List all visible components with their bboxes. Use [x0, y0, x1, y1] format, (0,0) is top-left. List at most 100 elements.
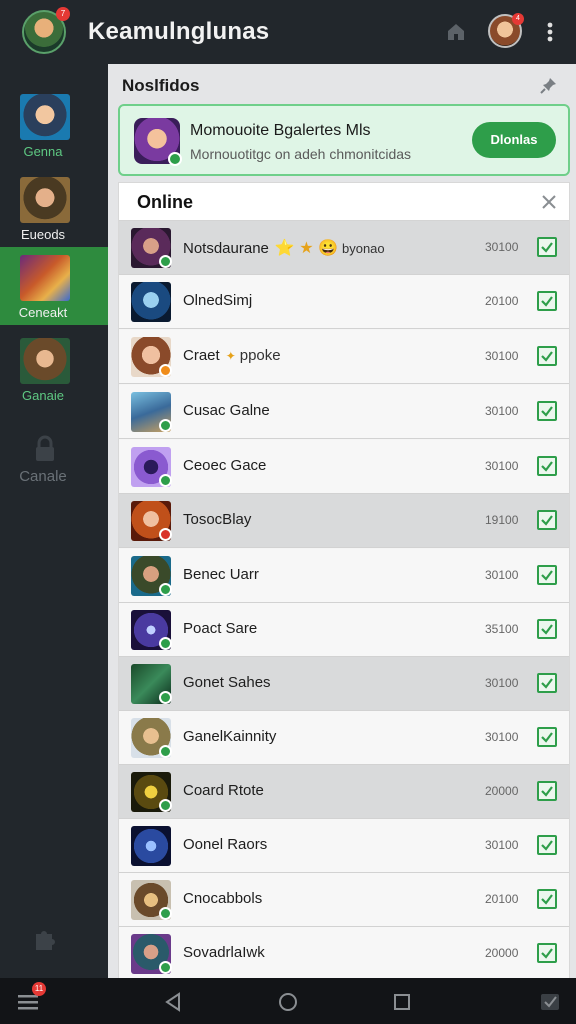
checkbox[interactable] — [537, 346, 557, 366]
list-item[interactable]: Benec Uarr 30100 — [119, 549, 569, 603]
player-score: 30100 — [485, 568, 519, 582]
list-item[interactable]: Coard Rtote 20000 — [119, 765, 569, 819]
checkbox[interactable] — [537, 943, 557, 963]
checkbox[interactable] — [537, 727, 557, 747]
checkbox[interactable] — [537, 889, 557, 909]
player-name: Craet ✦ ppoke — [183, 347, 281, 364]
online-status-icon — [159, 637, 172, 650]
online-status-icon — [159, 583, 172, 596]
emoji-icons: ⭐ ★ 😀 — [274, 240, 338, 257]
notification-subtext: Mornouotitgc on adeh chmonitcidas — [190, 146, 412, 162]
list-item[interactable]: Poact Sare 35100 — [119, 603, 569, 657]
player-name: Coard Rtote — [183, 782, 264, 799]
player-score: 30100 — [485, 676, 519, 690]
checkbox[interactable] — [537, 510, 557, 530]
player-name: Poact Sare — [183, 620, 258, 637]
game-thumb-archer-icon — [20, 338, 70, 384]
home-icon[interactable] — [444, 20, 468, 44]
player-score: 30100 — [485, 240, 519, 254]
player-name: OlnedSimj — [183, 292, 253, 309]
list-item[interactable]: OlnedSimj 20100 — [119, 275, 569, 329]
list-item[interactable]: Notsdaurane ⭐ ★ 😀 byonao 30100 — [119, 221, 569, 275]
sidebar-item-genna[interactable]: Genna — [0, 86, 108, 164]
sparkle-icon: ✦ — [225, 349, 236, 363]
player-name: Oonel Raors — [183, 836, 268, 853]
checkbox[interactable] — [537, 619, 557, 639]
tasks-icon[interactable] — [538, 990, 562, 1014]
player-score: 30100 — [485, 349, 519, 363]
app-title: Keamulnglunas — [88, 18, 270, 45]
recents-icon[interactable] — [390, 990, 414, 1014]
player-name: GanelKainnity — [183, 728, 277, 745]
player-score: 20100 — [485, 892, 519, 906]
list-item[interactable]: SovadrlaIwk 20000 — [119, 927, 569, 981]
notification-card[interactable]: Momouoite Bgalertes Mls Mornouotitgc on … — [118, 104, 570, 176]
sidebar-item-label: Ganaie — [22, 388, 64, 403]
list-item[interactable]: Oonel Raors 30100 — [119, 819, 569, 873]
player-score: 35100 — [485, 622, 519, 636]
online-panel: Online Notsdaurane ⭐ ★ 😀 byonao 30100 Olne… — [118, 182, 570, 981]
player-name: SovadrlaIwk — [183, 944, 265, 961]
checkbox[interactable] — [537, 673, 557, 693]
sidebar-item-ganaie[interactable]: Ganaie — [0, 330, 108, 408]
game-thumb-hero-icon — [20, 94, 70, 140]
checkbox[interactable] — [537, 401, 557, 421]
puzzle-icon[interactable] — [30, 924, 60, 954]
player-name: Benec Uarr — [183, 566, 259, 583]
main-panel: Noslfidos Momouoite Bgalertes Mls Mornou… — [108, 64, 576, 981]
list-item[interactable]: Cnocabbols 20100 — [119, 873, 569, 927]
list-item[interactable]: Gonet Sahes 30100 — [119, 657, 569, 711]
back-icon[interactable] — [162, 990, 186, 1014]
player-name: Cusac Galne — [183, 402, 270, 419]
checkbox[interactable] — [537, 781, 557, 801]
sidebar-item-label: Eueods — [20, 227, 66, 242]
player-name: Notsdaurane ⭐ ★ 😀 byonao — [183, 240, 385, 257]
checkbox[interactable] — [537, 456, 557, 476]
game-thumb-battle-icon — [20, 255, 70, 301]
pin-icon[interactable] — [540, 76, 558, 94]
online-status-icon — [159, 691, 172, 704]
online-status-icon — [159, 419, 172, 432]
checkbox[interactable] — [537, 565, 557, 585]
checkbox[interactable] — [537, 291, 557, 311]
sidebar-item-eueods[interactable]: Eueods — [0, 169, 108, 247]
checkbox[interactable] — [537, 835, 557, 855]
player-score: 20000 — [485, 946, 519, 960]
player-name: Cnocabbols — [183, 890, 263, 907]
game-avatar-icon — [131, 826, 171, 866]
away-status-icon — [159, 364, 172, 377]
notifications-title: Noslfidos — [122, 76, 200, 95]
player-score: 20000 — [485, 784, 519, 798]
checkbox[interactable] — [537, 237, 557, 257]
game-thumb-warrior-icon — [20, 177, 70, 223]
sidebar-item-label: Ceneakt — [18, 305, 68, 320]
player-name: TosocBlay — [183, 511, 252, 528]
home-circle-icon[interactable] — [276, 990, 300, 1014]
list-item[interactable]: Craet ✦ ppoke 30100 — [119, 330, 569, 384]
list-item[interactable]: Ceoec Gace 30100 — [119, 440, 569, 494]
online-status-icon — [168, 152, 182, 166]
list-item[interactable]: TosocBlay 19100 — [119, 494, 569, 548]
online-status-icon — [159, 474, 172, 487]
sidebar-item-canale[interactable]: Canale — [0, 462, 108, 540]
download-button[interactable]: Dlonlas — [472, 122, 556, 158]
game-avatar-icon — [131, 282, 171, 322]
online-status-icon — [159, 907, 172, 920]
sidebar-item-ceneakt[interactable]: Ceneakt — [0, 247, 108, 325]
sidebar-item-label: Genna — [23, 144, 63, 159]
player-name: Ceoec Gace — [183, 457, 267, 474]
close-icon[interactable] — [541, 194, 557, 210]
top-app-bar: 7 Keamulnglunas 4 — [0, 0, 576, 64]
lock-icon — [36, 435, 54, 461]
online-status-icon — [159, 961, 172, 974]
list-item[interactable]: Cusac Galne 30100 — [119, 385, 569, 439]
player-score: 19100 — [485, 513, 519, 527]
player-score: 30100 — [485, 838, 519, 852]
player-score: 30100 — [485, 730, 519, 744]
more-vertical-icon[interactable] — [540, 20, 560, 44]
notification-badge: 7 — [56, 7, 70, 21]
online-title: Online — [137, 192, 194, 212]
list-item[interactable]: GanelKainnity 30100 — [119, 711, 569, 765]
sidebar-item-label: Canale — [19, 468, 67, 485]
sidebar: Genna Eueods Ceneakt Ganaie Canale — [0, 64, 108, 978]
